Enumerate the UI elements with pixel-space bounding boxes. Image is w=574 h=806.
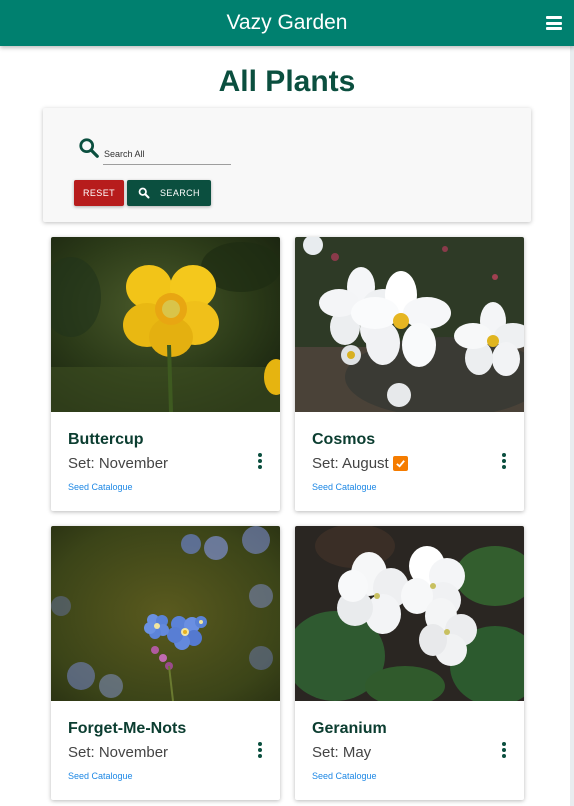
more-vert-icon[interactable]	[501, 453, 507, 471]
page-title: All Plants	[218, 65, 356, 98]
search-button[interactable]: SEARCH	[127, 180, 211, 206]
seed-catalogue-link[interactable]: Seed Catalogue	[312, 771, 377, 781]
seed-catalogue-link[interactable]: Seed Catalogue	[68, 482, 133, 492]
plant-card: Buttercup Set: November Seed Catalogue	[51, 237, 280, 511]
plant-set-date: Set: November	[68, 455, 168, 472]
plant-image[interactable]	[295, 526, 524, 701]
more-vert-icon[interactable]	[257, 453, 263, 471]
plant-set-label: Set: November	[68, 744, 169, 761]
scrollbar-track	[570, 0, 574, 806]
plant-image[interactable]	[51, 237, 280, 412]
plant-name: Cosmos	[312, 431, 376, 448]
plant-image[interactable]	[295, 237, 524, 412]
more-vert-icon[interactable]	[501, 742, 507, 760]
navbar: Vazy Garden	[0, 0, 574, 46]
plant-set-date: Set: November	[68, 744, 168, 761]
plant-name: Geranium	[312, 720, 387, 737]
plant-card: Cosmos Set: August Seed Catalogue	[295, 237, 524, 511]
plant-set-label: Set: November	[68, 455, 169, 472]
plant-set-label: Set: August	[312, 455, 389, 472]
plant-set-date: Set: August	[312, 455, 408, 472]
search-input[interactable]	[103, 143, 231, 165]
reset-button[interactable]: RESET	[74, 180, 124, 206]
plant-name: Buttercup	[68, 431, 144, 448]
plant-set-date: Set: May	[312, 744, 371, 761]
plant-image[interactable]	[51, 526, 280, 701]
plant-card: Geranium Set: May Seed Catalogue	[295, 526, 524, 800]
search-icon	[79, 138, 99, 158]
search-panel: RESET SEARCH	[43, 108, 531, 222]
search-button-label: SEARCH	[160, 188, 200, 198]
seed-catalogue-link[interactable]: Seed Catalogue	[312, 482, 377, 492]
more-vert-icon[interactable]	[257, 742, 263, 760]
plant-name: Forget-Me-Nots	[68, 720, 187, 737]
plant-card: Forget-Me-Nots Set: November Seed Catalo…	[51, 526, 280, 800]
hamburger-icon[interactable]	[546, 16, 562, 30]
search-button-icon	[138, 187, 150, 199]
seed-catalogue-link[interactable]: Seed Catalogue	[68, 771, 133, 781]
check-box-icon[interactable]	[392, 456, 408, 471]
brand-title[interactable]: Vazy Garden	[0, 0, 574, 46]
plant-set-label: Set: May	[312, 744, 372, 761]
